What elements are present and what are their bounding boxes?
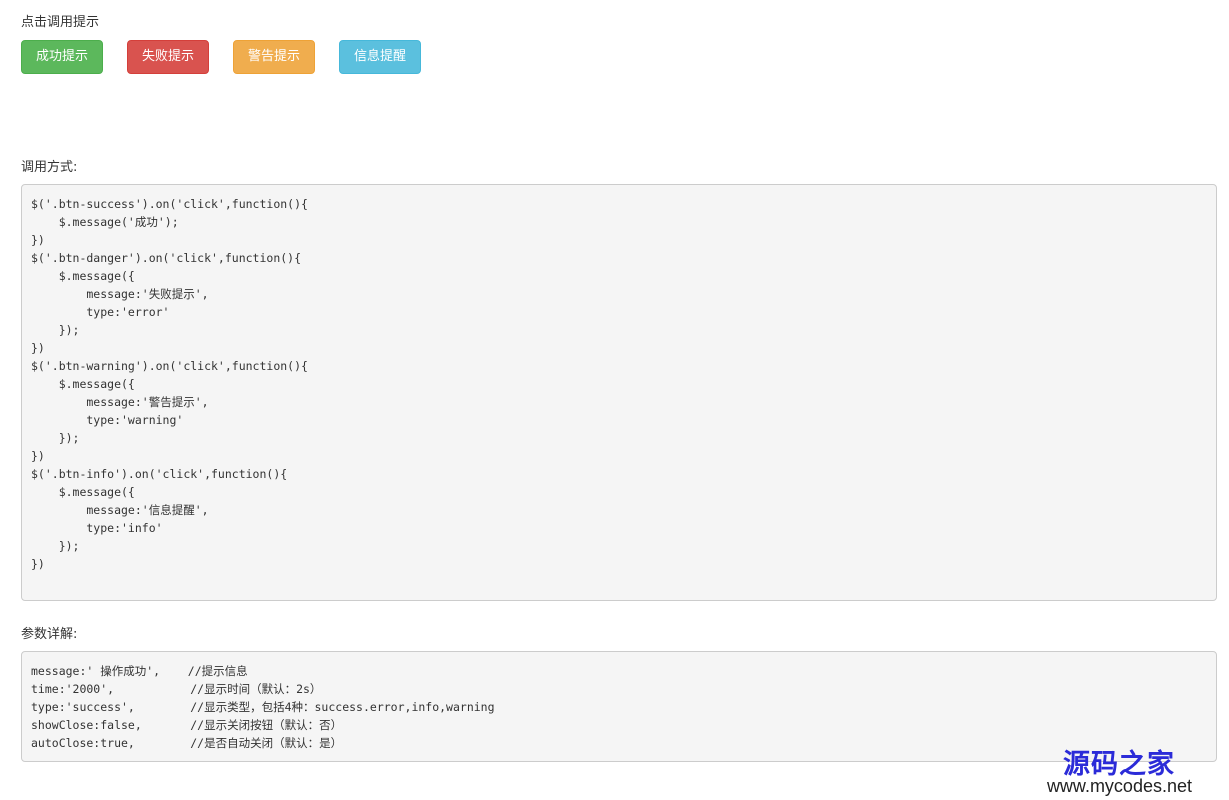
- watermark: 源码之家 www.mycodes.net: [1027, 742, 1207, 798]
- success-button[interactable]: 成功提示: [21, 40, 103, 74]
- warning-button[interactable]: 警告提示: [233, 40, 315, 74]
- usage-code-block: $('.btn-success').on('click',function(){…: [21, 184, 1217, 601]
- section-title-click: 点击调用提示: [21, 15, 100, 30]
- section-title-usage: 调用方式:: [21, 160, 78, 175]
- section-title-params: 参数详解:: [21, 627, 78, 642]
- info-button[interactable]: 信息提醒: [339, 40, 421, 74]
- watermark-url: www.mycodes.net: [1046, 776, 1192, 796]
- danger-button[interactable]: 失败提示: [127, 40, 209, 74]
